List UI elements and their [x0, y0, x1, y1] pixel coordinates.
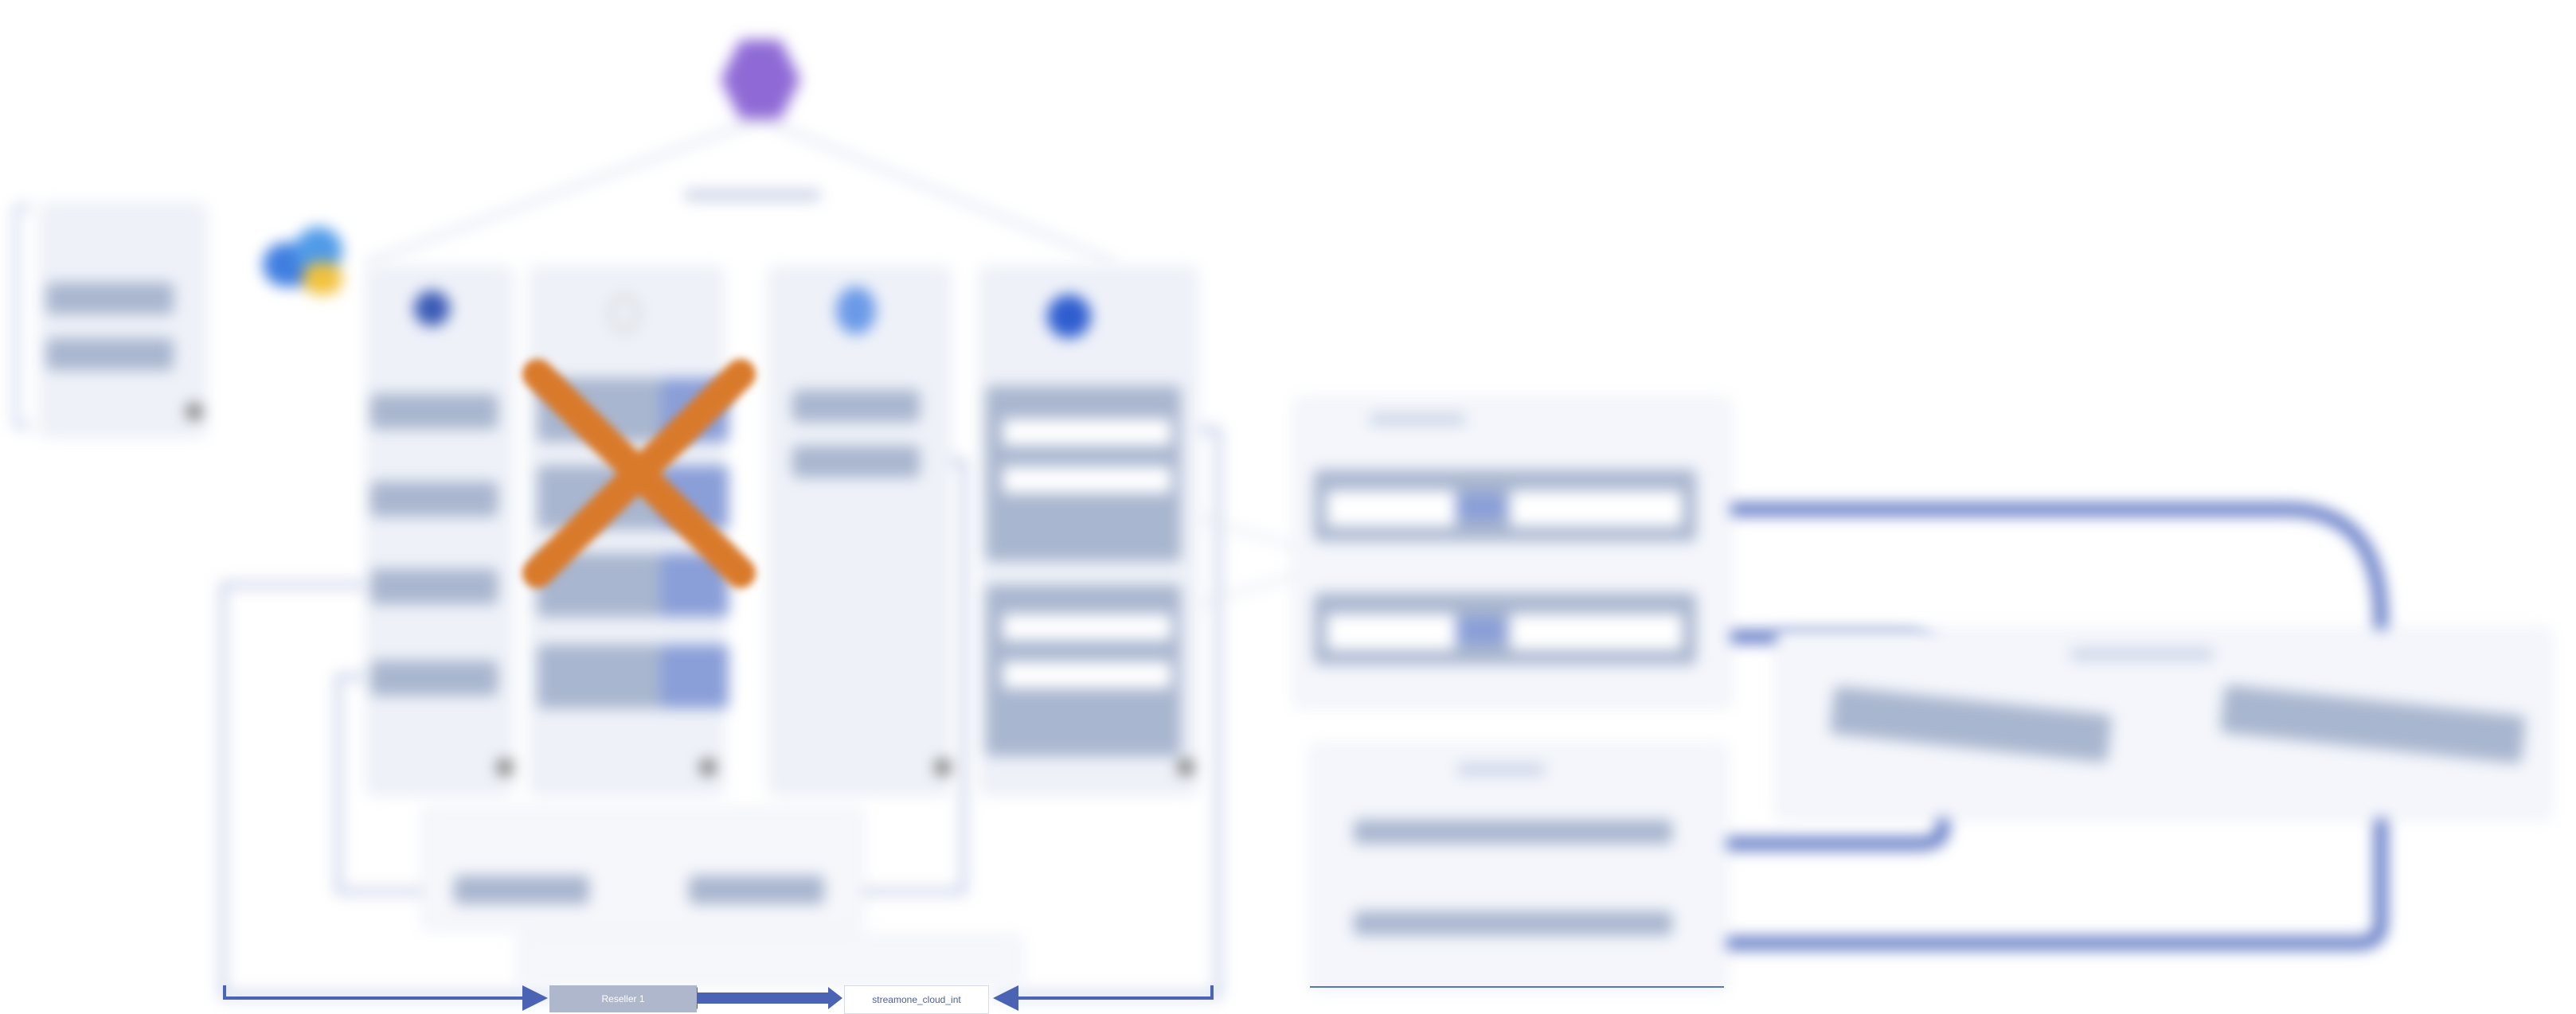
right-upper-cell	[1326, 489, 1456, 528]
right-lower-panel	[1310, 744, 1727, 990]
right-lower-row	[1354, 911, 1672, 935]
right-upper-link	[1457, 493, 1505, 521]
column-1	[366, 267, 513, 795]
column-1-bar	[370, 482, 498, 517]
column-1-bar	[370, 394, 498, 429]
column-2-bar-accent	[661, 378, 729, 442]
column-4-item	[1002, 418, 1172, 447]
right-lower-row	[1354, 820, 1672, 844]
column-1-bar	[370, 569, 498, 604]
right-upper-cell	[1509, 489, 1683, 528]
far-right-title	[2070, 649, 2214, 660]
column-1-bar	[370, 661, 498, 696]
column-3-bar	[792, 446, 920, 478]
column-1-icon	[414, 291, 450, 326]
column-4-icon	[1047, 294, 1091, 338]
column-2-bar-accent	[661, 645, 729, 708]
right-upper-link	[1457, 617, 1505, 644]
connector-dot	[701, 760, 715, 774]
column-4-item	[1002, 466, 1172, 494]
column-2-bar	[537, 466, 665, 529]
purple-hexagon-icon	[721, 40, 800, 119]
column-3	[768, 267, 951, 795]
right-upper-cell	[1326, 613, 1456, 651]
connector-dot	[187, 404, 201, 419]
diagram-body	[0, 0, 2576, 1012]
right-upper-title	[1370, 414, 1465, 425]
bottom-group-bar	[454, 876, 589, 904]
multi-cloud-icon	[263, 227, 350, 298]
connector-dot	[936, 760, 950, 774]
column-2-bar-accent	[661, 466, 729, 529]
architecture-diagram: Reseller 1 streamone_cloud_int	[0, 0, 2576, 1014]
column-2-icon	[609, 294, 639, 333]
column-2	[530, 267, 724, 795]
column-2-bar	[537, 553, 665, 617]
column-2-bar	[537, 378, 665, 442]
column-3-bar	[792, 390, 920, 422]
column-2-bar	[537, 645, 665, 708]
connector-dot	[1179, 760, 1193, 774]
left-card-bar	[46, 283, 174, 314]
bottom-strip	[518, 935, 1022, 986]
right-upper-cell	[1509, 613, 1683, 651]
left-card-bar	[46, 338, 174, 370]
column-4-item	[1002, 661, 1172, 689]
right-lower-title	[1457, 764, 1545, 775]
cloud-int-label: streamone_cloud_int	[844, 985, 989, 1014]
bottom-group	[422, 808, 863, 930]
column-2-bar-accent	[661, 553, 729, 617]
reseller-label: Reseller 1	[549, 985, 697, 1012]
column-4-item	[1002, 613, 1172, 642]
bottom-group-bar	[689, 876, 824, 904]
column-3-icon	[836, 287, 876, 334]
subtitle-line	[685, 189, 820, 201]
left-card	[40, 203, 206, 437]
connector-dot	[498, 760, 512, 774]
